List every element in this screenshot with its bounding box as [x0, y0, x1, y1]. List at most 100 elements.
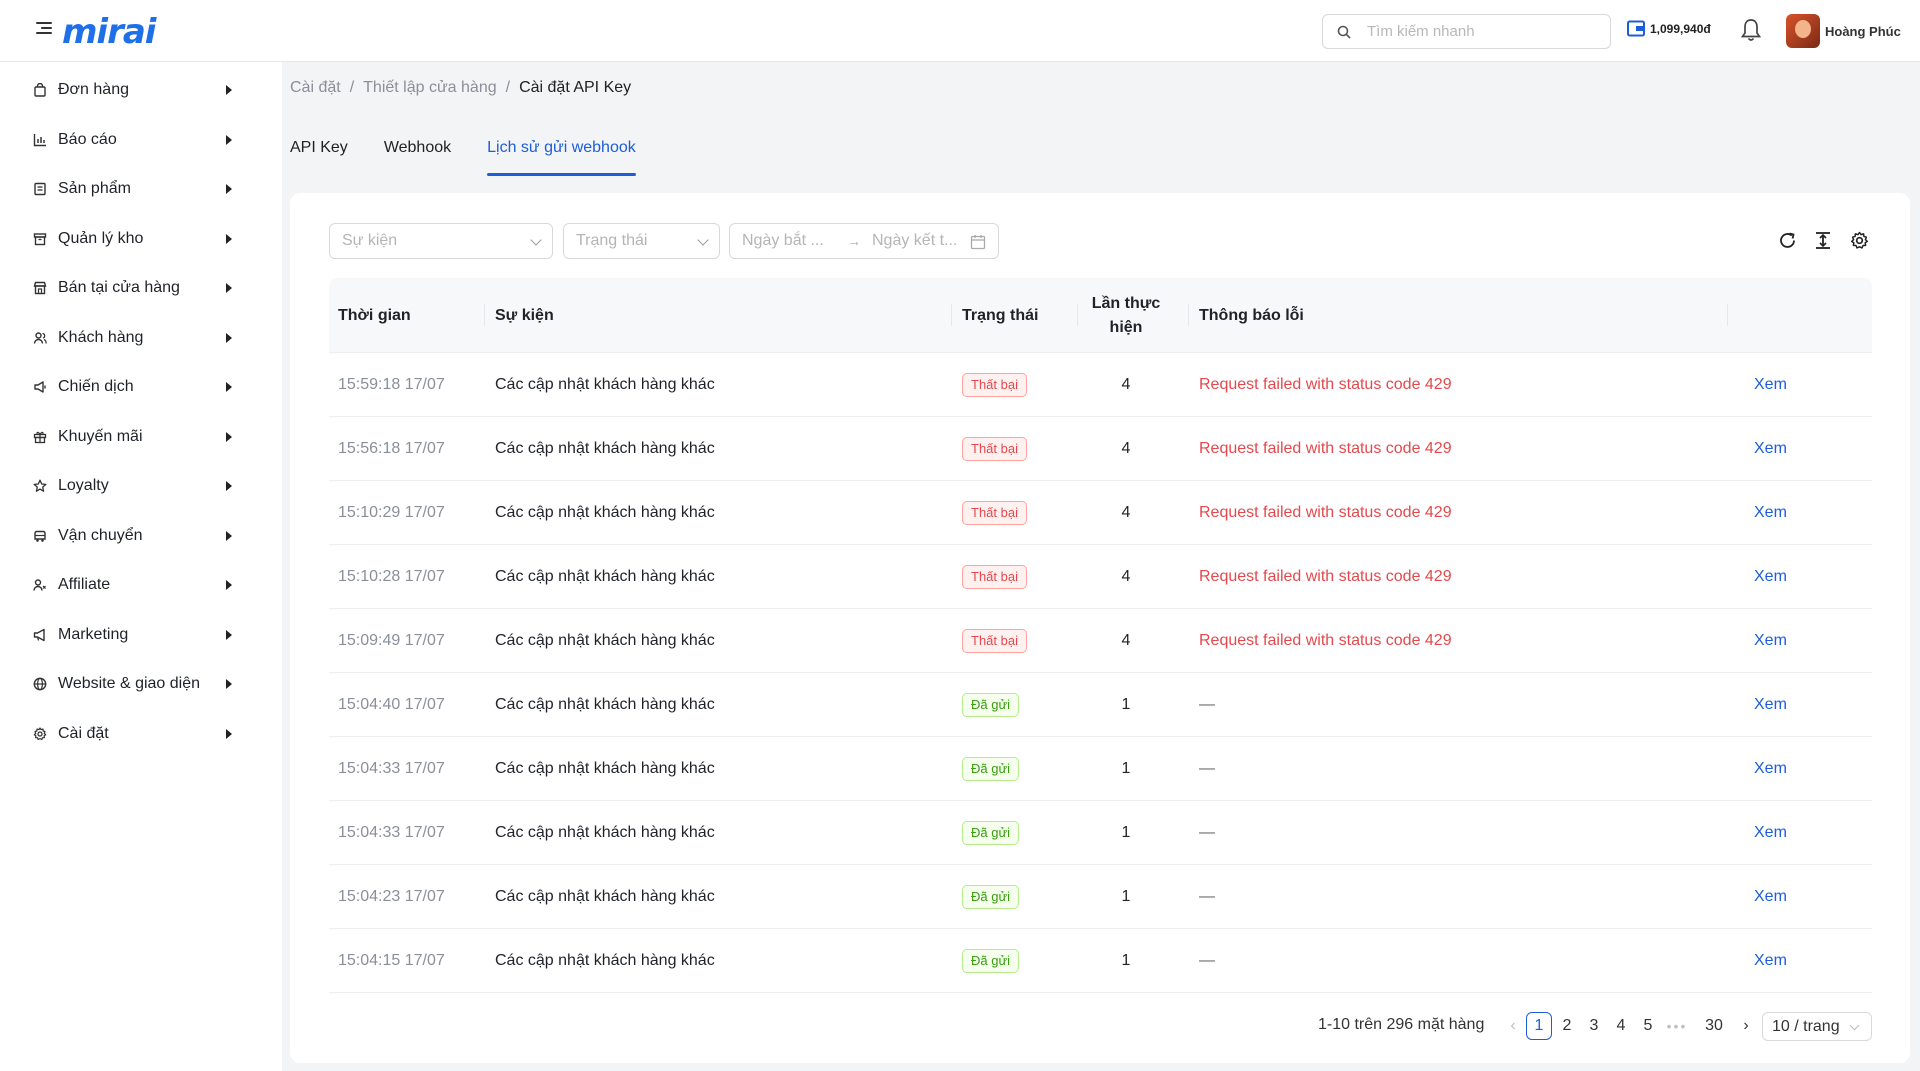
caret-right-icon	[226, 530, 232, 541]
menu-toggle-icon[interactable]	[36, 22, 52, 36]
breadcrumb-separator: /	[505, 79, 511, 96]
view-link[interactable]: Xem	[1754, 737, 1787, 801]
sidebar: Đơn hàng Báo cáo Sản phẩm Quản lý kho Bán tạ…	[0, 62, 282, 1071]
tab-webhook-history[interactable]: Lịch sử gửi webhook	[487, 136, 636, 176]
sidebar-item-gear[interactable]: Cài đặt	[0, 714, 282, 754]
sidebar-item-shopping-bag[interactable]: Đơn hàng	[0, 70, 282, 110]
table-header: Thời gian Sự kiện Trạng thái Lần thực hi…	[329, 278, 1872, 353]
start-date-input[interactable]: Ngày bắt ...	[742, 232, 824, 250]
sidebar-item-label: Affiliate	[58, 576, 111, 593]
view-link[interactable]: Xem	[1754, 865, 1787, 929]
page-size-select[interactable]: 10 / trang	[1762, 1012, 1872, 1041]
column-header-error[interactable]: Thông báo lỗi	[1199, 278, 1304, 353]
wallet-amount: 1,099,940đ	[1650, 21, 1711, 36]
wallet-icon	[1627, 20, 1645, 37]
page-4[interactable]: 4	[1608, 1012, 1634, 1040]
cell-event: Các cập nhật khách hàng khác	[495, 440, 715, 457]
sidebar-item-bar-chart[interactable]: Báo cáo	[0, 120, 282, 160]
sidebar-item-globe[interactable]: Website & giao diện	[0, 664, 282, 704]
sidebar-item-product-list[interactable]: Sản phẩm	[0, 169, 282, 209]
cell-status: Thất bại	[962, 353, 1027, 417]
view-link[interactable]: Xem	[1754, 673, 1787, 737]
sidebar-item-affiliate-users[interactable]: Affiliate	[0, 565, 282, 605]
column-header-event[interactable]: Sự kiện	[495, 278, 554, 353]
sidebar-item-warehouse-box[interactable]: Quản lý kho	[0, 219, 282, 259]
pagination-ellipsis[interactable]: •••	[1664, 1012, 1690, 1040]
end-date-input[interactable]: Ngày kết t...	[872, 232, 957, 250]
shopping-bag-icon	[32, 82, 48, 98]
settings-gear-icon[interactable]	[1849, 230, 1869, 250]
table-row: 15:04:33 17/07 Các cập nhật khách hàng kh…	[329, 801, 1872, 865]
view-link[interactable]: Xem	[1754, 353, 1787, 417]
pagination-prev-icon[interactable]: ‹	[1500, 1012, 1526, 1040]
pagination-next-icon[interactable]: ›	[1733, 1012, 1759, 1040]
sidebar-item-label: Khách hàng	[58, 328, 144, 346]
view-link[interactable]: Xem	[1754, 609, 1787, 673]
page-3[interactable]: 3	[1581, 1012, 1607, 1040]
tab-webhook[interactable]: Webhook	[384, 136, 451, 176]
user-name: Hoàng Phúc	[1825, 23, 1901, 39]
tab-api-key[interactable]: API Key	[290, 136, 348, 176]
breadcrumb-item-store-setup[interactable]: Thiết lập cửa hàng	[363, 79, 496, 97]
cell-time: 15:10:28 17/07	[338, 568, 445, 585]
event-filter-select[interactable]: Sự kiện	[329, 223, 553, 259]
column-header-attempts[interactable]: Lần thực hiện	[1082, 278, 1170, 353]
globe-icon	[32, 676, 48, 692]
sidebar-item-label: Website & giao diện	[58, 675, 201, 692]
user-menu[interactable]: Hoàng Phúc	[1786, 14, 1901, 48]
page-last[interactable]: 30	[1701, 1012, 1727, 1040]
calendar-icon	[970, 235, 986, 250]
sidebar-item-label: Đơn hàng	[58, 81, 129, 98]
sidebar-item-store[interactable]: Bán tại cửa hàng	[0, 268, 282, 308]
view-link[interactable]: Xem	[1754, 545, 1787, 609]
view-link[interactable]: Xem	[1754, 929, 1787, 993]
caret-right-icon	[226, 580, 232, 590]
megaphone-icon	[32, 379, 48, 395]
cell-status: Thất bại	[962, 481, 1027, 545]
breadcrumb-item-settings[interactable]: Cài đặt	[290, 79, 341, 97]
cell-status: Đã gửi	[962, 929, 1020, 993]
users-icon	[32, 330, 48, 346]
status-filter-select[interactable]: Trạng thái	[563, 223, 720, 259]
cell-error-message: Request failed with status code 429	[1199, 568, 1452, 585]
refresh-icon[interactable]	[1777, 230, 1797, 250]
store-icon	[32, 280, 48, 296]
sidebar-item-star[interactable]: Loyalty	[0, 466, 282, 506]
sidebar-item-gift[interactable]: Khuyến mãi	[0, 417, 282, 457]
status-badge: Đã gửi	[962, 821, 1020, 845]
view-link[interactable]: Xem	[1754, 481, 1787, 545]
notification-bell-icon[interactable]	[1740, 18, 1762, 46]
cell-error-message: Request failed with status code 429	[1199, 632, 1452, 649]
app-logo[interactable]: mirai	[62, 12, 156, 52]
page-2[interactable]: 2	[1554, 1012, 1580, 1040]
marketing-megaphone-icon	[32, 627, 48, 643]
column-header-time[interactable]: Thời gian	[338, 278, 411, 353]
quick-search[interactable]	[1322, 14, 1611, 49]
column-height-icon[interactable]	[1813, 230, 1833, 250]
sidebar-item-marketing-megaphone[interactable]: Marketing	[0, 615, 282, 655]
sidebar-item-label: Vận chuyển	[58, 526, 143, 544]
sidebar-item-users[interactable]: Khách hàng	[0, 318, 282, 358]
affiliate-users-icon	[32, 577, 48, 593]
status-badge: Thất bại	[962, 501, 1027, 525]
sidebar-item-megaphone[interactable]: Chiến dịch	[0, 367, 282, 407]
search-input[interactable]	[1367, 23, 1587, 40]
view-link[interactable]: Xem	[1754, 801, 1787, 865]
breadcrumb: Cài đặt / Thiết lập cửa hàng / Cài đặt A…	[290, 79, 631, 97]
date-range-picker[interactable]: Ngày bắt ... → Ngày kết t...	[729, 223, 999, 259]
cell-time: 15:04:33 17/07	[338, 824, 445, 841]
column-header-status[interactable]: Trạng thái	[962, 278, 1038, 353]
page-5[interactable]: 5	[1635, 1012, 1661, 1040]
cell-attempts: 1	[1121, 696, 1131, 713]
sidebar-item-label: Loyalty	[58, 477, 109, 494]
cell-attempts: 4	[1121, 632, 1131, 649]
page-1[interactable]: 1	[1526, 1012, 1552, 1040]
truck-icon	[32, 528, 48, 544]
view-link[interactable]: Xem	[1754, 417, 1787, 481]
cell-event: Các cập nhật khách hàng khác	[495, 632, 715, 649]
table-row: 15:10:29 17/07 Các cập nhật khách hàng kh…	[329, 481, 1872, 545]
sidebar-item-truck[interactable]: Vận chuyển	[0, 516, 282, 556]
sidebar-item-label: Marketing	[58, 625, 129, 643]
logo-text: mirai	[62, 12, 156, 52]
wallet-balance[interactable]: 1,099,940đ	[1627, 20, 1711, 37]
